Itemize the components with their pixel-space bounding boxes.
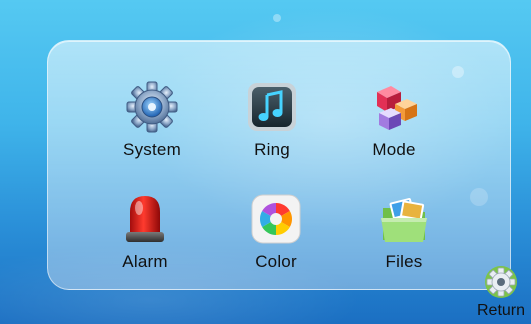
menu-item-system[interactable]: System <box>97 80 207 180</box>
menu-item-ring[interactable]: Ring <box>217 80 327 180</box>
return-button[interactable]: Return <box>471 262 531 324</box>
menu-item-alarm[interactable]: Alarm <box>90 192 200 292</box>
return-gear-icon <box>485 266 517 298</box>
menu-item-color[interactable]: Color <box>221 192 331 292</box>
music-note-icon <box>248 83 296 131</box>
menu-item-label: System <box>123 140 181 159</box>
siren-icon <box>126 196 164 242</box>
menu-item-mode[interactable]: Mode <box>339 80 449 180</box>
folder-photos-icon <box>381 198 427 242</box>
cubes-icon <box>377 86 417 130</box>
menu-item-label: Alarm <box>122 252 168 271</box>
menu-item-label: Mode <box>372 140 416 159</box>
color-wheel-icon <box>251 194 301 244</box>
menu-item-files[interactable]: Files <box>349 192 459 292</box>
gear-icon <box>126 81 178 133</box>
menu-item-label: Ring <box>254 140 290 159</box>
menu-item-label: Files <box>385 252 423 271</box>
return-label: Return <box>476 302 526 319</box>
decorative-bubble <box>273 14 281 22</box>
menu-item-label: Color <box>255 252 297 271</box>
